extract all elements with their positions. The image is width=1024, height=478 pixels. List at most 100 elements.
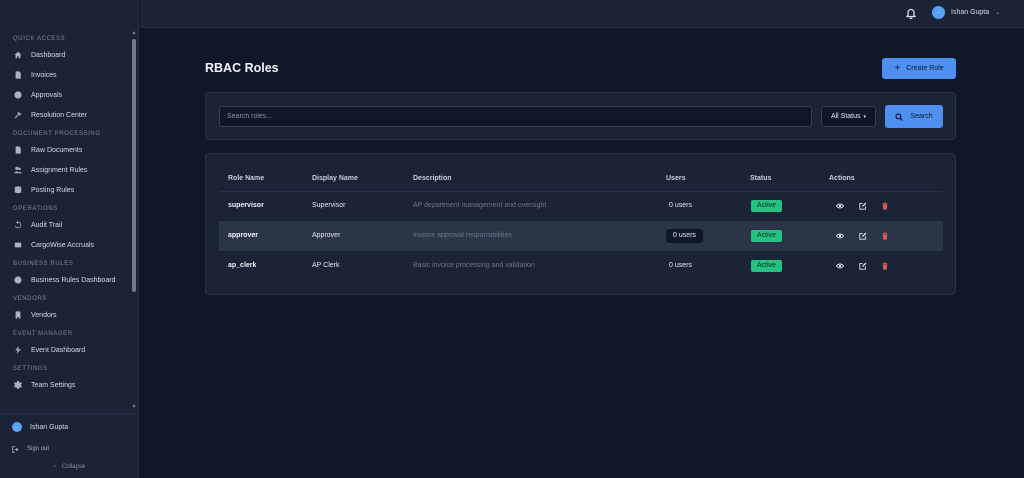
wrench-icon xyxy=(13,111,22,120)
column-header-description: Description xyxy=(413,175,452,182)
filter-bar: All Status ▾ Search xyxy=(205,92,956,140)
trash-icon[interactable] xyxy=(881,202,889,210)
status-badge: Active xyxy=(751,230,783,242)
search-icon xyxy=(895,112,904,121)
chevron-down-icon: ⌄ xyxy=(995,9,1001,16)
display-name: AP Clerk xyxy=(312,262,340,269)
bolt-icon xyxy=(13,346,22,355)
sidebar-item-business-rules-dashboard[interactable]: Business Rules Dashboard xyxy=(0,270,139,290)
role-name: approver xyxy=(228,232,258,239)
sidebar-item-invoices[interactable]: Invoices xyxy=(0,65,139,85)
column-header-actions: Actions xyxy=(829,175,855,182)
sidebar-user[interactable]: ... Ishan Gupta xyxy=(0,415,139,439)
bell-icon[interactable] xyxy=(905,6,917,20)
building-icon xyxy=(13,311,22,320)
edit-icon[interactable] xyxy=(859,202,867,210)
scroll-down-arrow[interactable]: ▼ xyxy=(131,404,137,410)
section-title-business-rules: BUSINESS RULES xyxy=(13,261,74,267)
sidebar-item-label: Posting Rules xyxy=(31,186,75,194)
gear-icon xyxy=(13,381,22,390)
status-filter-value: All Status xyxy=(830,113,861,120)
sidebar-item-approvals[interactable]: Approvals xyxy=(0,85,139,105)
sign-out-label: Sign out xyxy=(27,446,50,452)
sign-out-icon xyxy=(12,445,19,453)
create-role-label: Create Role xyxy=(906,65,944,72)
sidebar-nav: QUICK ACCESS Dashboard Invoices Approval… xyxy=(0,28,139,408)
sidebar-item-posting-rules[interactable]: Posting Rules xyxy=(0,180,139,200)
role-description: Basic invoice processing and validation xyxy=(413,262,535,269)
scroll-thumb[interactable] xyxy=(132,39,136,292)
sidebar-item-label: CargoWise Accruals xyxy=(31,241,95,249)
user-count: 0 users xyxy=(669,202,692,209)
trash-icon[interactable] xyxy=(881,262,889,270)
table-row[interactable]: supervisor Supervisor AP department mana… xyxy=(219,191,943,221)
section-title-event-manager: EVENT MANAGER xyxy=(13,331,73,337)
scroll-up-arrow[interactable]: ▲ xyxy=(131,30,137,36)
sidebar-footer: ... Ishan Gupta Sign out ‹ Collapse xyxy=(0,413,139,470)
sidebar-item-label: Event Dashboard xyxy=(31,346,86,354)
roles-table: Role Name Display Name Description Users… xyxy=(205,153,956,295)
sidebar-item-label: Audit Trail xyxy=(31,221,63,229)
table-row[interactable]: approver Approver Invoice approval respo… xyxy=(219,221,943,251)
sidebar-scrollbar[interactable]: ▲ ▼ xyxy=(131,30,137,410)
user-count: 0 users xyxy=(669,262,692,269)
ship-icon xyxy=(13,241,22,250)
section-title-settings: SETTINGS xyxy=(13,366,48,372)
user-name: Ishan Gupta xyxy=(951,8,990,16)
column-header-users: Users xyxy=(666,175,686,182)
trash-icon[interactable] xyxy=(881,232,889,240)
table-row[interactable]: ap_clerk AP Clerk Basic invoice processi… xyxy=(219,251,943,281)
sidebar-item-assignment-rules[interactable]: Assignment Rules xyxy=(0,160,139,180)
sidebar-item-label: Business Rules Dashboard xyxy=(31,276,116,284)
file-icon xyxy=(13,146,22,155)
sidebar-item-raw-documents[interactable]: Raw Documents xyxy=(0,140,139,160)
role-name: supervisor xyxy=(228,202,264,209)
view-icon[interactable] xyxy=(836,262,844,270)
sidebar-item-resolution-center[interactable]: Resolution Center xyxy=(0,105,139,125)
sign-out-button[interactable]: Sign out xyxy=(0,439,139,459)
avatar: ... xyxy=(12,422,22,432)
sidebar-item-team-settings[interactable]: Team Settings xyxy=(0,375,139,395)
user-count: 0 users xyxy=(666,229,703,243)
edit-icon[interactable] xyxy=(859,262,867,270)
section-title-quick-access: QUICK ACCESS xyxy=(13,36,66,42)
search-input[interactable] xyxy=(219,106,812,127)
display-name: Supervisor xyxy=(312,202,346,209)
sidebar-item-event-dashboard[interactable]: Event Dashboard xyxy=(0,340,139,360)
caret-down-icon: ▾ xyxy=(863,113,867,120)
role-description: Invoice approval responsibilities xyxy=(413,232,512,239)
sidebar-item-vendors[interactable]: Vendors xyxy=(0,305,139,325)
status-filter-select[interactable]: All Status ▾ xyxy=(821,106,876,127)
user-menu[interactable]: ... Ishan Gupta ⌄ xyxy=(932,4,1000,20)
sidebar-item-label: Team Settings xyxy=(31,381,76,389)
sidebar-item-label: Assignment Rules xyxy=(31,166,88,174)
avatar: ... xyxy=(932,5,945,19)
search-button[interactable]: Search xyxy=(885,105,943,128)
sidebar-item-cargowise-accruals[interactable]: CargoWise Accruals xyxy=(0,235,139,255)
sidebar-user-name: Ishan Gupta xyxy=(30,423,69,431)
sidebar-item-label: Raw Documents xyxy=(31,146,83,154)
status-badge: Active xyxy=(751,200,783,212)
column-header-display-name: Display Name xyxy=(312,175,358,182)
view-icon[interactable] xyxy=(836,202,844,210)
users-icon xyxy=(13,166,22,175)
page-title: RBAC Roles xyxy=(205,61,279,75)
sidebar-item-label: Approvals xyxy=(31,91,63,99)
sidebar-item-dashboard[interactable]: Dashboard xyxy=(0,45,139,65)
search-button-label: Search xyxy=(910,113,933,120)
view-icon[interactable] xyxy=(836,232,844,240)
display-name: Approver xyxy=(312,232,341,239)
sidebar-item-audit-trail[interactable]: Audit Trail xyxy=(0,215,139,235)
collapse-button[interactable]: ‹ Collapse xyxy=(0,464,139,470)
sidebar-item-label: Dashboard xyxy=(31,51,66,59)
role-name: ap_clerk xyxy=(228,262,257,269)
column-header-role-name: Role Name xyxy=(228,175,265,182)
create-role-button[interactable]: + Create Role xyxy=(882,58,956,79)
gauge-icon xyxy=(13,276,22,285)
section-title-operations: OPERATIONS xyxy=(13,206,58,212)
sidebar-item-label: Invoices xyxy=(31,71,57,79)
plus-icon: + xyxy=(894,62,901,74)
collapse-label: Collapse xyxy=(61,464,86,470)
section-title-document-processing: DOCUMENT PROCESSING xyxy=(13,131,101,137)
edit-icon[interactable] xyxy=(859,232,867,240)
